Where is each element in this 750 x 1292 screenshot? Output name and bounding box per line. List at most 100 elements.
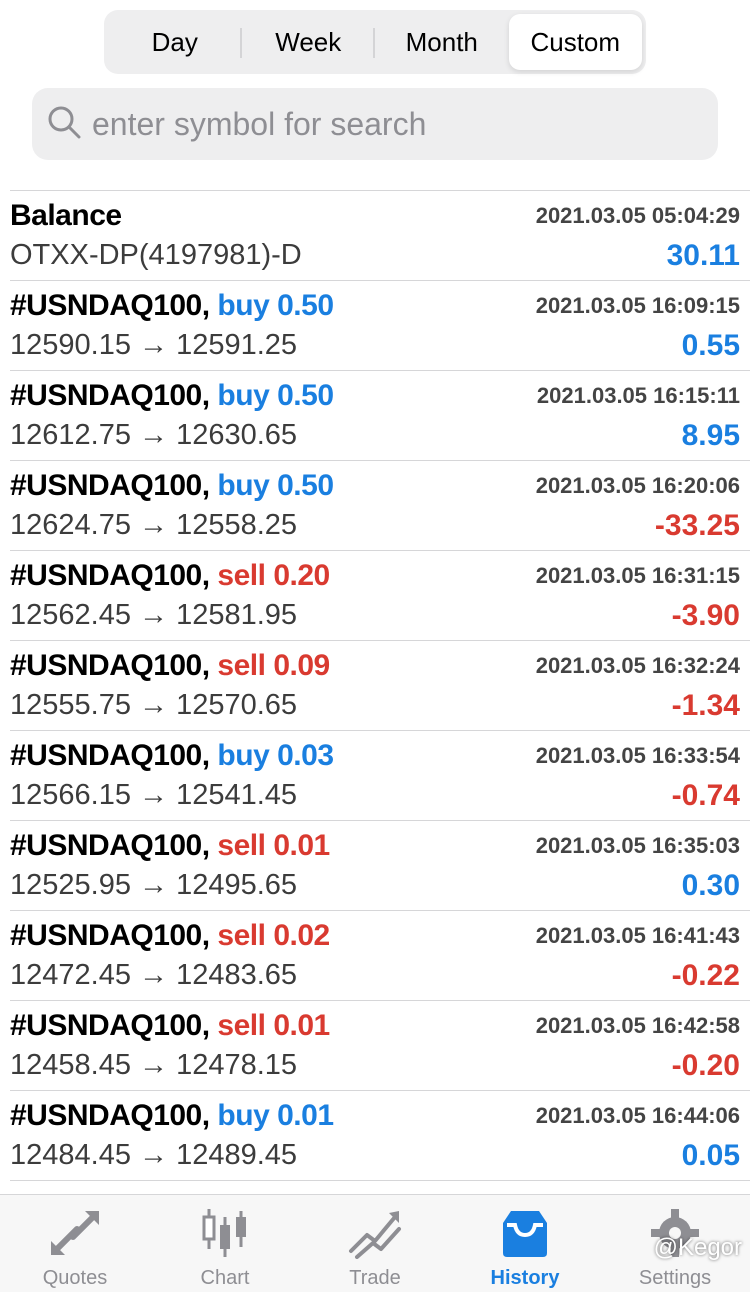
deal-profit: 8.95: [681, 419, 740, 452]
period-segmented-control: Day Week Month Custom: [104, 10, 646, 74]
tab-month[interactable]: Month: [375, 14, 509, 70]
deal-prices: 12612.75 → 12630.65: [10, 419, 298, 451]
deal-side: sell: [217, 559, 266, 592]
deal-profit: -0.74: [671, 779, 740, 812]
deal-symbol: #USNDAQ100,: [10, 1009, 210, 1042]
search-input[interactable]: [92, 105, 652, 143]
watermark: @Kegor: [653, 1234, 742, 1261]
deal-side: buy: [217, 739, 270, 772]
deal-prices: 12562.45 → 12581.95: [10, 599, 298, 631]
deal-prices: 12590.15 → 12591.25: [10, 329, 298, 361]
deal-row[interactable]: #USNDAQ100, sell 0.20 2021.03.05 16:31:15…: [10, 550, 750, 640]
deal-row[interactable]: #USNDAQ100, sell 0.02 2021.03.05 16:41:43…: [10, 910, 750, 1000]
deal-profit: 0.30: [681, 869, 740, 902]
deal-time: 2021.03.05 16:32:24: [535, 653, 740, 678]
deal-symbol: #USNDAQ100,: [10, 829, 210, 862]
deal-prices: 12484.45 → 12489.45: [10, 1139, 298, 1171]
deal-volume: 0.50: [277, 379, 334, 412]
deal-row[interactable]: #USNDAQ100, buy 0.50 2021.03.05 16:15:11 1…: [10, 370, 750, 460]
deal-side: sell: [217, 829, 266, 862]
deal-side: sell: [217, 649, 266, 682]
deal-title-line: Balance: [10, 199, 122, 233]
deal-row[interactable]: #USNDAQ100, buy 0.03 2021.03.05 16:33:54 1…: [10, 730, 750, 820]
deal-time: 2021.03.05 16:31:15: [535, 563, 740, 588]
deal-title-line: #USNDAQ100, buy 0.01: [10, 1099, 334, 1133]
deal-profit: -1.34: [671, 689, 740, 722]
deal-prices: 12472.45 → 12483.65: [10, 959, 298, 991]
deal-symbol: #USNDAQ100,: [10, 649, 210, 682]
deal-row[interactable]: #USNDAQ100, buy 0.50 2021.03.05 16:20:06 1…: [10, 460, 750, 550]
deal-title-line: #USNDAQ100, buy 0.50: [10, 379, 334, 413]
deal-row[interactable]: #USNDAQ100, sell 0.01 2021.03.05 16:42:58…: [10, 1000, 750, 1090]
nav-history[interactable]: History: [450, 1195, 600, 1292]
search-icon: [46, 104, 82, 145]
tab-bar: Quotes Chart Trade History Settings: [0, 1194, 750, 1292]
chart-icon: [202, 1209, 246, 1257]
deal-prices: 12555.75 → 12570.65: [10, 689, 298, 721]
deal-prices: 12624.75 → 12558.25: [10, 509, 298, 541]
deal-time: 2021.03.05 16:20:06: [535, 473, 740, 498]
deal-symbol: #USNDAQ100,: [10, 919, 210, 952]
deal-time: 2021.03.05 16:33:54: [535, 743, 740, 768]
deal-time: 2021.03.05 05:04:29: [535, 203, 740, 228]
deal-title-line: #USNDAQ100, sell 0.09: [10, 649, 330, 683]
partial-row: [10, 1180, 750, 1194]
deal-title-line: #USNDAQ100, buy 0.50: [10, 469, 334, 503]
deal-volume: 0.02: [273, 919, 330, 952]
deal-profit: 0.05: [681, 1139, 740, 1172]
tab-week[interactable]: Week: [242, 14, 376, 70]
deal-side: sell: [217, 919, 266, 952]
deal-title-line: #USNDAQ100, buy 0.50: [10, 289, 334, 323]
deal-row[interactable]: #USNDAQ100, sell 0.09 2021.03.05 16:32:24…: [10, 640, 750, 730]
deal-prices: OTXX-DP(4197981)-D: [10, 239, 302, 271]
deal-row[interactable]: #USNDAQ100, buy 0.50 2021.03.05 16:09:15 1…: [10, 280, 750, 370]
nav-quotes[interactable]: Quotes: [0, 1195, 150, 1292]
search-bar[interactable]: [32, 88, 718, 160]
deal-row[interactable]: Balance 2021.03.05 05:04:29 OTXX-DP(419798…: [10, 190, 750, 280]
deal-time: 2021.03.05 16:09:15: [535, 293, 740, 318]
deal-profit: 0.55: [681, 329, 740, 362]
deal-symbol: #USNDAQ100,: [10, 739, 210, 772]
deal-volume: 0.03: [277, 739, 334, 772]
deal-profit: -0.22: [671, 959, 740, 992]
nav-quotes-label: Quotes: [42, 1267, 108, 1289]
deal-volume: 0.01: [273, 1009, 330, 1042]
deal-side: buy: [217, 469, 270, 502]
deal-symbol: #USNDAQ100,: [10, 559, 210, 592]
quotes-icon: [51, 1211, 99, 1255]
deal-symbol: #USNDAQ100,: [10, 289, 210, 322]
deal-prices: 12525.95 → 12495.65: [10, 869, 298, 901]
deal-symbol: Balance: [10, 199, 122, 232]
deal-profit: 30.11: [666, 239, 740, 272]
deal-profit: -3.90: [671, 599, 740, 632]
deal-volume: 0.09: [273, 649, 330, 682]
deal-symbol: #USNDAQ100,: [10, 469, 210, 502]
deal-volume: 0.01: [277, 1099, 334, 1132]
deal-title-line: #USNDAQ100, sell 0.01: [10, 1009, 330, 1043]
deal-row[interactable]: #USNDAQ100, sell 0.01 2021.03.05 16:35:03…: [10, 820, 750, 910]
history-list[interactable]: Balance 2021.03.05 05:04:29 OTXX-DP(419798…: [10, 190, 750, 1180]
deal-title-line: #USNDAQ100, sell 0.20: [10, 559, 330, 593]
deal-symbol: #USNDAQ100,: [10, 379, 210, 412]
nav-chart[interactable]: Chart: [150, 1195, 300, 1292]
deal-time: 2021.03.05 16:35:03: [535, 833, 740, 858]
deal-time: 2021.03.05 16:15:11: [536, 383, 740, 408]
trade-icon: [349, 1211, 401, 1259]
deal-profit: -0.20: [671, 1049, 740, 1082]
deal-time: 2021.03.05 16:41:43: [535, 923, 740, 948]
deal-time: 2021.03.05 16:42:58: [535, 1013, 740, 1038]
deal-title-line: #USNDAQ100, buy 0.03: [10, 739, 334, 773]
nav-history-label: History: [490, 1267, 560, 1289]
deal-title-line: #USNDAQ100, sell 0.02: [10, 919, 330, 953]
tab-day[interactable]: Day: [108, 14, 242, 70]
nav-settings-label: Settings: [638, 1267, 712, 1289]
tab-custom[interactable]: Custom: [508, 14, 642, 70]
deal-volume: 0.50: [277, 289, 334, 322]
deal-prices: 12566.15 → 12541.45: [10, 779, 298, 811]
deal-row[interactable]: #USNDAQ100, buy 0.01 2021.03.05 16:44:06 1…: [10, 1090, 750, 1180]
nav-trade[interactable]: Trade: [300, 1195, 450, 1292]
deal-symbol: #USNDAQ100,: [10, 1099, 210, 1132]
deal-side: buy: [217, 289, 270, 322]
deal-side: buy: [217, 1099, 270, 1132]
nav-chart-label: Chart: [200, 1267, 250, 1289]
